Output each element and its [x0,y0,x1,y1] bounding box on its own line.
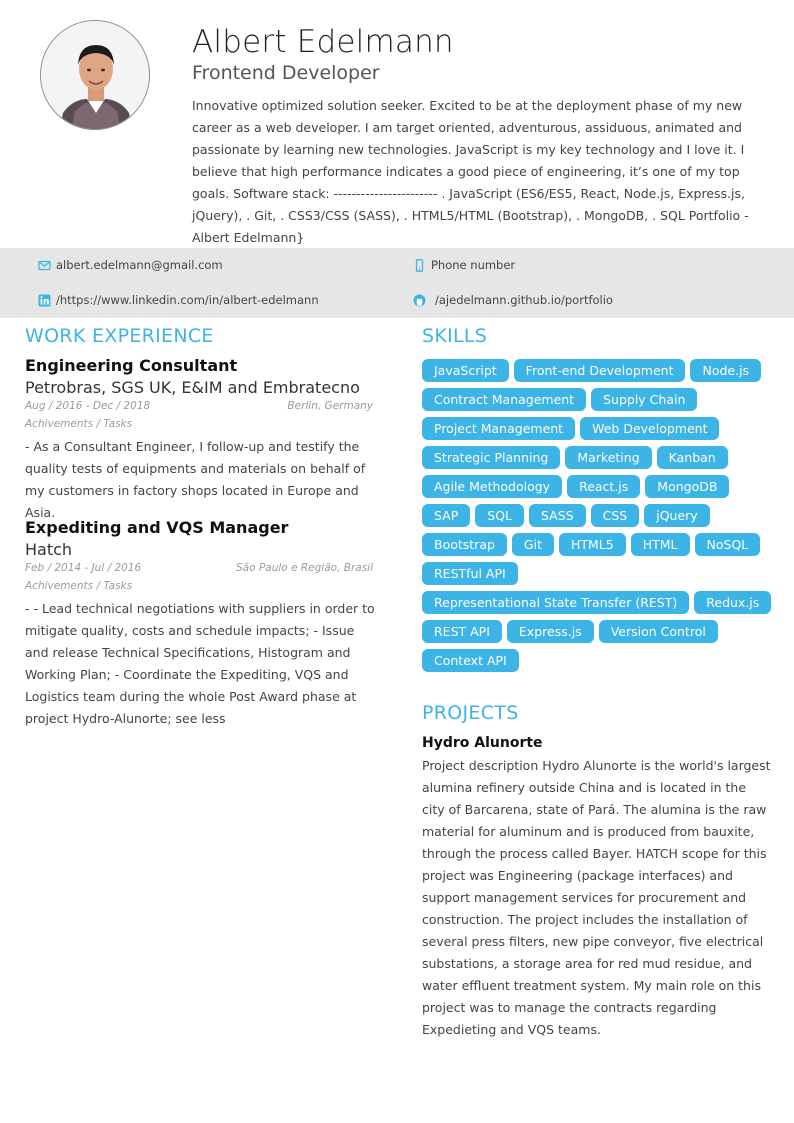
job-description: - As a Consultant Engineer, I follow-up … [25,439,366,520]
skill-chip: React.js [567,475,641,498]
contact-email[interactable]: albert.edelmann@gmail.com [38,258,223,272]
skill-chip: JavaScript [422,359,509,382]
skill-chip: Strategic Planning [422,446,561,469]
skill-chip: SQL [475,504,525,527]
skill-chip: Redux.js [694,591,772,614]
linkedin-text: /https://www.linkedin.com/in/albert-edel… [56,293,319,307]
skill-chip: Supply Chain [591,388,698,411]
job-title: Expediting and VQS Manager [25,518,289,537]
skill-chip: SAP [422,504,471,527]
skill-chip: Node.js [690,359,762,382]
job-description: - - Lead technical negotiations with sup… [25,601,375,726]
email-text: albert.edelmann@gmail.com [56,258,223,272]
skill-chip: Kanban [656,446,728,469]
skill-chip: HTML [630,533,690,556]
skill-chip: Representational State Transfer (REST) [422,591,690,614]
skill-chip: HTML5 [558,533,626,556]
linkedin-icon [38,294,51,307]
profile-summary: Innovative optimized solution seeker. Ex… [192,98,749,245]
skill-chip: REST API [422,620,502,643]
skill-chip: CSS [590,504,640,527]
job-dates: Feb / 2014 - Jul / 2016 [25,562,142,574]
github-icon [413,294,426,307]
contact-github[interactable]: /ajedelmann.github.io/portfolio [413,293,613,307]
contact-phone[interactable]: Phone number [413,258,515,272]
envelope-icon [38,259,51,272]
job-location: São Paulo e Região, Brasil [236,562,373,574]
skill-chip: jQuery [644,504,710,527]
skill-chip: Contract Management [422,388,587,411]
job-company: Hatch [25,540,73,559]
skill-chip: Agile Methodology [422,475,563,498]
skills-list: JavaScript Front-end Development Node.js… [422,359,782,672]
skill-chip: Git [511,533,554,556]
skill-chip: RESTful API [422,562,518,585]
skill-chip: SASS [529,504,586,527]
skill-chip: Front-end Development [513,359,686,382]
skill-chip: Context API [422,649,519,672]
skill-chip: Marketing [565,446,652,469]
skill-chip: MongoDB [645,475,730,498]
job-company: Petrobras, SGS UK, E&IM and Embratecno [25,378,360,397]
contact-linkedin[interactable]: /https://www.linkedin.com/in/albert-edel… [38,293,319,307]
job-tasks-label: Achivements / Tasks [25,418,133,430]
skill-chip: Bootstrap [422,533,507,556]
skill-chip: Version Control [598,620,718,643]
work-experience-heading: WORK EXPERIENCE [25,325,214,347]
phone-text: Phone number [431,258,516,272]
project-title: Hydro Alunorte [422,735,543,751]
job-title: Engineering Consultant [25,356,238,375]
skill-chip: Web Development [580,417,720,440]
skill-chip: NoSQL [694,533,761,556]
skill-chip: Express.js [506,620,594,643]
github-text: /ajedelmann.github.io/portfolio [435,293,613,307]
job-role: Frontend Developer [192,62,380,84]
skills-heading: SKILLS [422,325,488,347]
job-location: Berlin, Germany [287,400,373,412]
candidate-name: Albert Edelmann [192,24,454,60]
job-dates-location: Feb / 2014 - Jul / 2016 São Paulo e Regi… [25,562,373,576]
person-portrait-icon [41,21,149,129]
job-tasks-label: Achivements / Tasks [25,580,133,592]
project-description: Project description Hydro Alunorte is th… [422,758,771,1037]
mobile-phone-icon [413,258,426,272]
profile-photo [40,20,150,130]
job-dates-location: Aug / 2016 - Dec / 2018 Berlin, Germany [25,400,373,414]
projects-heading: PROJECTS [422,702,519,724]
job-dates: Aug / 2016 - Dec / 2018 [25,400,151,412]
skill-chip: Project Management [422,417,576,440]
